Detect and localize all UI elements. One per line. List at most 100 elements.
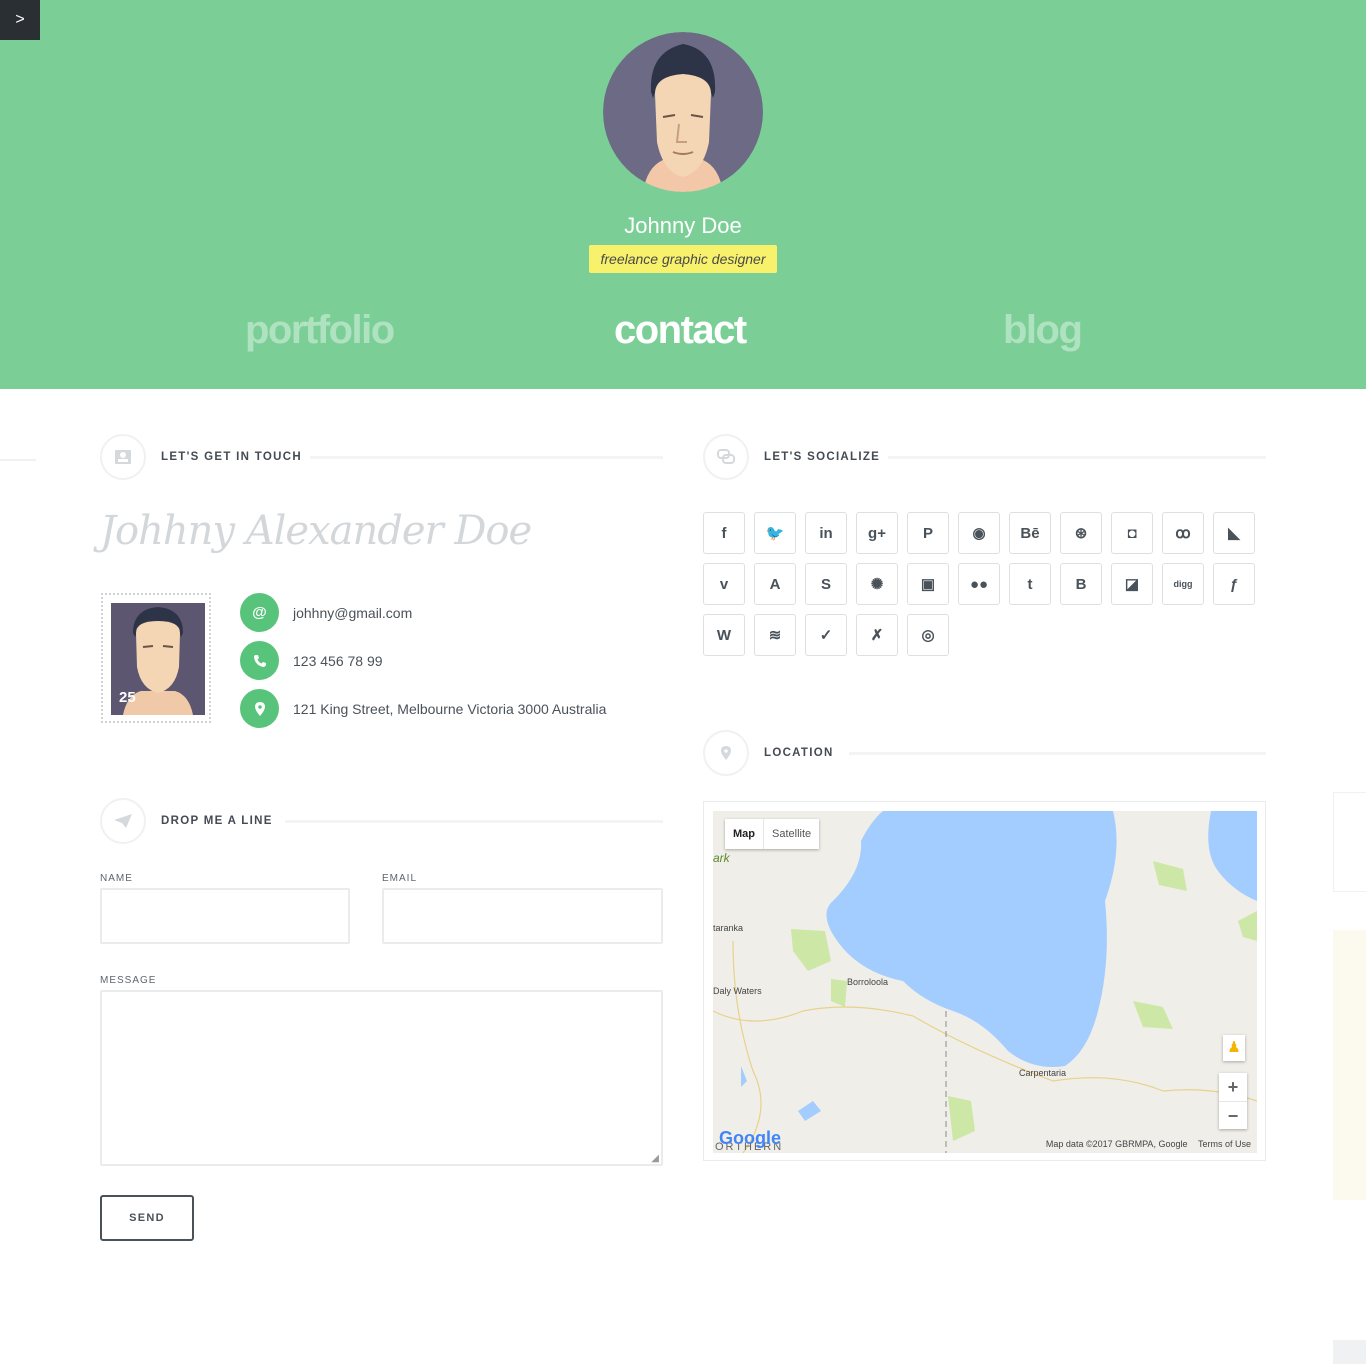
wordpress-icon: W [716,626,732,644]
map-tab[interactable]: Map [725,819,763,849]
name-label: NAME [100,873,133,884]
section-get-in-touch: LET'S GET IN TOUCH [100,434,663,480]
nav-blog[interactable]: blog [1003,308,1083,353]
avatar [603,32,763,192]
map-container: Map Satellite ark taranka Daly Waters Bo… [703,801,1266,1161]
social-button[interactable]: ◣ [1213,512,1255,554]
digg-icon: digg [1173,579,1193,589]
social-button[interactable]: ✓ [805,614,847,656]
section-title: LET'S GET IN TOUCH [161,451,302,463]
social-button[interactable]: in [805,512,847,554]
social-button[interactable]: A [754,563,796,605]
map-pin-icon [240,689,279,728]
social-button[interactable]: ◎ [907,614,949,656]
social-button[interactable]: ●● [958,563,1000,605]
pinterest-icon: P [922,524,933,542]
social-button[interactable]: digg [1162,563,1204,605]
social-button[interactable]: 🐦 [754,512,796,554]
social-button[interactable]: Bē [1009,512,1051,554]
social-button[interactable]: W [703,614,745,656]
name-field[interactable] [100,888,350,944]
social-button[interactable]: B [1060,563,1102,605]
send-button[interactable]: SEND [100,1195,194,1241]
satellite-tab[interactable]: Satellite [763,819,819,849]
social-button[interactable]: ⊛ [1060,512,1102,554]
picasa-icon: ✺ [870,576,884,593]
twitter-icon: 🐦 [765,525,785,542]
map-attribution: Map data ©2017 GBRMPA, Google Terms of U… [1046,1139,1251,1149]
behance-icon: Bē [1020,524,1040,542]
app-net-icon: A [769,575,781,593]
zoom-out-button[interactable]: − [1219,1101,1247,1130]
social-button[interactable]: ◪ [1111,563,1153,605]
section-title: DROP ME A LINE [161,815,273,827]
social-button[interactable]: ◉ [958,512,1000,554]
terms-link[interactable]: Terms of Use [1198,1139,1251,1149]
place-label: Carpentaria [1019,1068,1067,1078]
social-button[interactable]: S [805,563,847,605]
chevron-right-icon: > [15,11,25,28]
section-socialize: LET'S SOCIALIZE [703,434,1266,480]
social-button[interactable]: ◘ [1111,512,1153,554]
chat-bubble-icon [703,434,749,480]
social-button[interactable]: v [703,563,745,605]
email-field[interactable] [382,888,663,944]
instagram-icon: ◘ [1127,524,1137,542]
social-button[interactable]: f [703,512,745,554]
facebook-icon: f [721,524,727,542]
place-label: ark [713,851,730,865]
email-icon: @ [240,593,279,632]
header: > Johnny Doe freelance graphic designer … [0,0,1366,389]
zoom-in-button[interactable]: + [1219,1073,1247,1101]
youtube-icon: ▣ [920,576,936,593]
contact-card-icon [100,434,146,480]
social-button[interactable]: ꝏ [1162,512,1204,554]
social-button[interactable]: ƒ [1213,563,1255,605]
github-icon: ◉ [972,525,986,542]
menu-toggle-button[interactable]: > [0,0,40,40]
section-title: LOCATION [764,747,834,759]
social-button[interactable]: ▣ [907,563,949,605]
rss-icon: ◣ [1228,525,1240,542]
weibo-icon: ◎ [921,627,935,644]
nav-contact[interactable]: contact [614,308,747,353]
nav-portfolio[interactable]: portfolio [245,308,395,353]
tumblr-icon: t [1027,575,1033,593]
section-divider [285,820,663,823]
side-panel-fragment [1333,1340,1366,1364]
resize-handle-icon[interactable]: ◢ [651,1153,659,1164]
google-plus-icon: g+ [868,524,886,542]
section-title: LET'S SOCIALIZE [764,451,881,463]
contact-address: 121 King Street, Melbourne Victoria 3000… [293,701,607,717]
social-button[interactable]: ✺ [856,563,898,605]
attribution-text: Map data ©2017 GBRMPA, Google [1045,1139,1188,1149]
stamp-value: 25 [119,689,136,706]
place-label: Borroloola [847,977,889,987]
map-type-control: Map Satellite [725,819,820,849]
phone-icon [240,641,279,680]
message-textarea[interactable]: ◢ [100,990,663,1166]
social-button[interactable]: t [1009,563,1051,605]
flickr-icon: ●● [969,575,989,593]
contact-email[interactable]: johhny@gmail.com [293,605,412,621]
profile-tagline: freelance graphic designer [589,245,777,273]
place-label: taranka [713,923,744,933]
place-label: Daly Waters [713,986,762,996]
dribbble-icon: ⊛ [1074,525,1088,542]
social-button[interactable]: ✗ [856,614,898,656]
blogger-icon: B [1075,575,1087,593]
google-logo: Google [719,1128,781,1148]
message-label: MESSAGE [100,975,157,986]
profile-name: Johnny Doe [624,213,742,238]
lastfm-icon: ꝏ [1175,525,1191,542]
skype-icon: S [820,575,831,593]
map[interactable]: Map Satellite ark taranka Daly Waters Bo… [713,811,1257,1153]
social-button[interactable]: P [907,512,949,554]
foursquare-icon: ƒ [1229,575,1239,593]
stamp-photo: 25 [101,593,211,723]
signature: Johhny Alexander Doe [100,508,532,554]
social-button[interactable]: ≋ [754,614,796,656]
zoom-control: + − [1219,1073,1247,1129]
street-view-pegman-icon[interactable]: ♟ [1223,1035,1245,1061]
social-button[interactable]: g+ [856,512,898,554]
